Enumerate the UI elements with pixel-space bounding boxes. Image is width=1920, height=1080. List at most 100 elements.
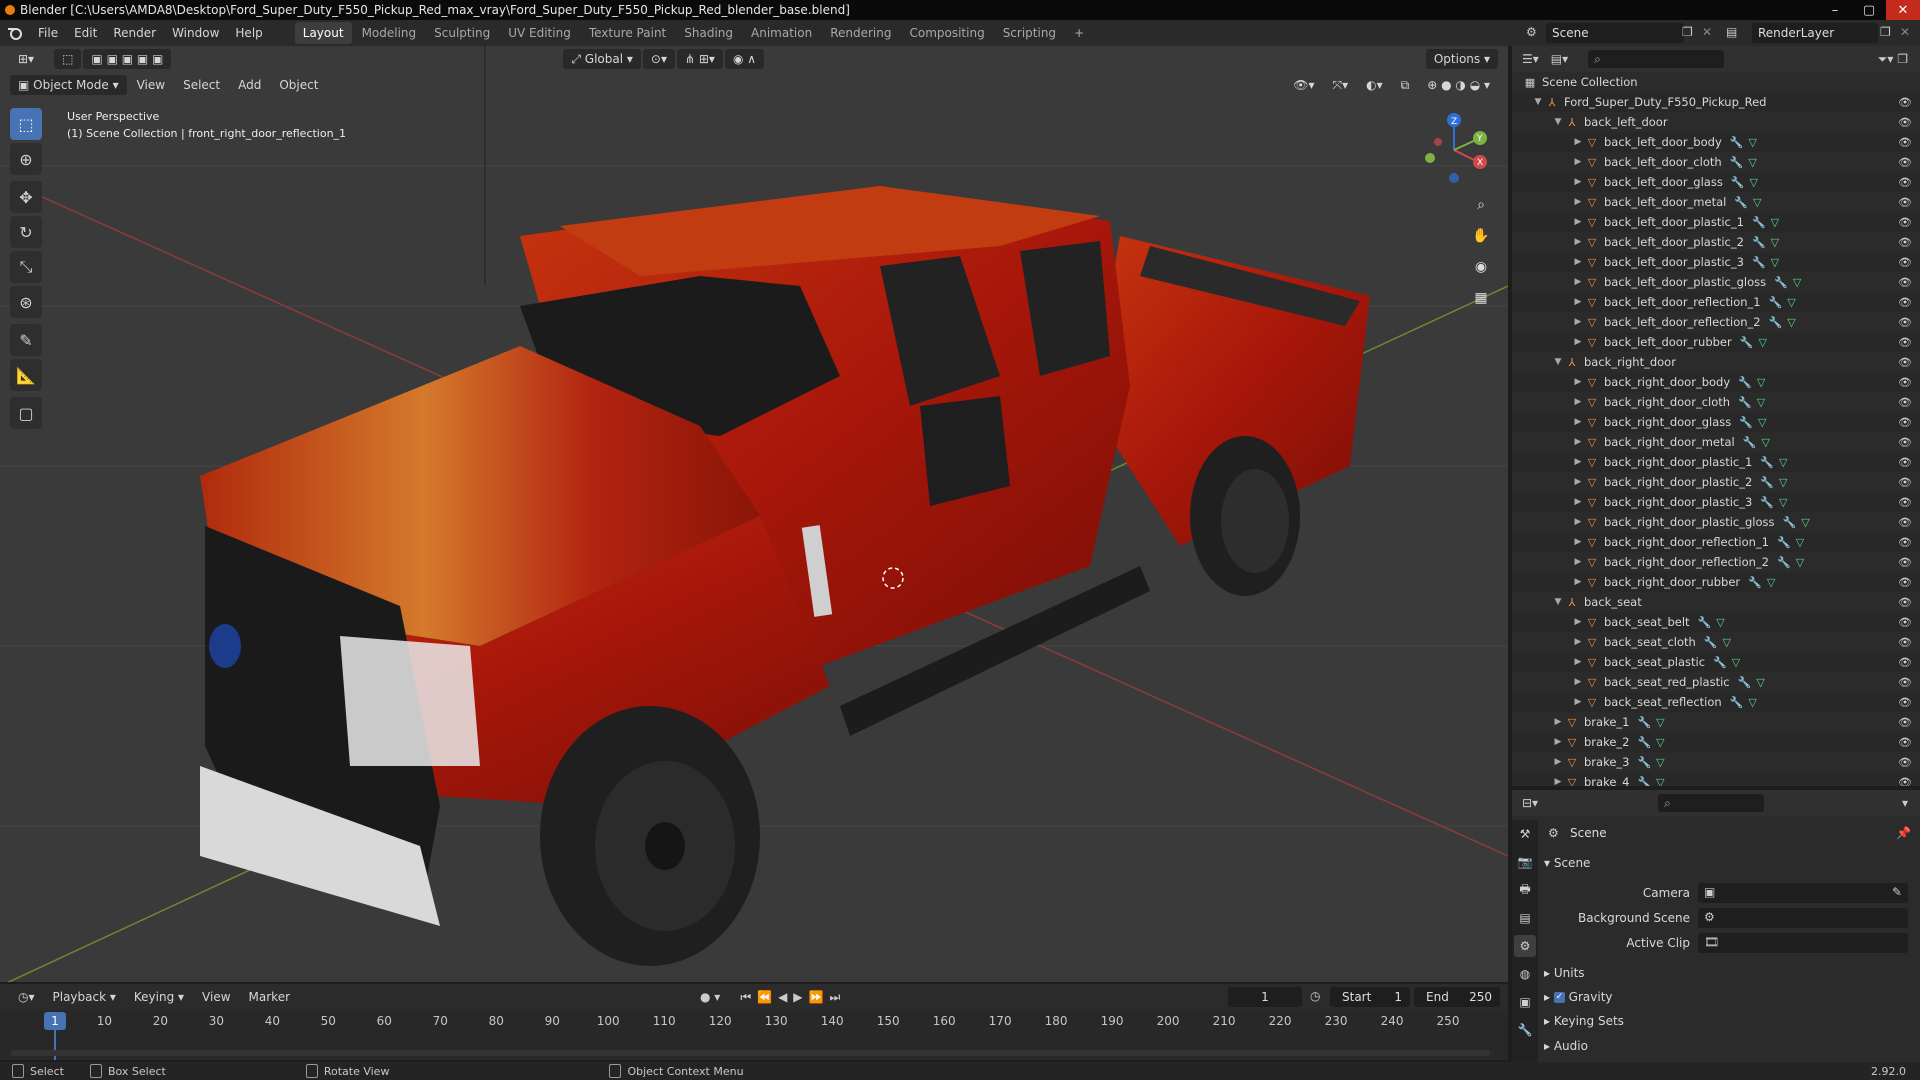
modifier-icon[interactable]: 🔧 (1760, 496, 1774, 509)
select-box-icon[interactable]: ⬚ (10, 108, 42, 140)
menu-marker[interactable]: Marker (241, 987, 298, 1007)
visibility-eye-icon[interactable]: 👁 (1898, 616, 1912, 629)
visibility-eye-icon[interactable]: 👁 (1898, 436, 1912, 449)
render-tab-icon[interactable]: 📷 (1514, 851, 1536, 873)
tab-scripting[interactable]: Scripting (995, 22, 1064, 44)
expand-right-icon[interactable]: ▶ (1572, 297, 1584, 307)
mesh-data-icon[interactable]: ▽ (1748, 156, 1756, 169)
tab-compositing[interactable]: Compositing (901, 22, 992, 44)
world-tab-icon[interactable]: ◍ (1514, 963, 1536, 985)
maximize-button[interactable]: ▢ (1852, 0, 1886, 20)
proportional-edit-icon[interactable]: ◉ ∧ (724, 49, 765, 69)
visibility-eye-icon[interactable]: 👁 (1898, 256, 1912, 269)
expand-right-icon[interactable]: ▶ (1572, 377, 1584, 387)
tool-tab-icon[interactable]: ⚒ (1514, 823, 1536, 845)
outliner-row[interactable]: ▶ ▽ back_left_door_metal 🔧 ▽ 👁 (1512, 192, 1920, 212)
mesh-data-icon[interactable]: ▽ (1793, 276, 1801, 289)
tab-animation[interactable]: Animation (743, 22, 820, 44)
expand-right-icon[interactable]: ▶ (1572, 637, 1584, 647)
outliner-row[interactable]: ▶ ▽ back_left_door_plastic_1 🔧 ▽ 👁 (1512, 212, 1920, 232)
visibility-eye-icon[interactable]: 👁 (1898, 636, 1912, 649)
mesh-data-icon[interactable]: ▽ (1750, 176, 1758, 189)
outliner-row[interactable]: ▶ ▽ back_right_door_cloth 🔧 ▽ 👁 (1512, 392, 1920, 412)
tab-sculpting[interactable]: Sculpting (426, 22, 498, 44)
outliner-row[interactable]: ▶ ▽ back_right_door_glass 🔧 ▽ 👁 (1512, 412, 1920, 432)
visibility-eye-icon[interactable]: 👁 (1898, 196, 1912, 209)
expand-right-icon[interactable]: ▶ (1572, 437, 1584, 447)
mesh-data-icon[interactable]: ▽ (1758, 336, 1766, 349)
visibility-eye-icon[interactable]: 👁 (1898, 356, 1912, 369)
outliner-row[interactable]: ▶ ▽ brake_4 🔧 ▽ 👁 (1512, 772, 1920, 786)
mesh-data-icon[interactable]: ▽ (1748, 136, 1756, 149)
modifier-icon[interactable]: 🔧 (1738, 376, 1752, 389)
transform-orientation-dropdown[interactable]: ⤢ Global ▾ (563, 49, 641, 69)
visibility-eye-icon[interactable]: 👁 (1898, 296, 1912, 309)
mesh-data-icon[interactable]: ▽ (1767, 576, 1775, 589)
mesh-data-icon[interactable]: ▽ (1771, 256, 1779, 269)
visibility-eye-icon[interactable]: 👁 (1898, 236, 1912, 249)
modifier-icon[interactable]: 🔧 (1783, 516, 1797, 529)
outliner-row[interactable]: ▶ ▽ back_left_door_reflection_1 🔧 ▽ 👁 (1512, 292, 1920, 312)
editor-type-icon[interactable]: ⊞▾ (10, 49, 42, 69)
gizmo-toggle-icon[interactable]: ⤧▾ (1325, 75, 1357, 95)
visibility-eye-icon[interactable]: 👁 (1898, 156, 1912, 169)
visibility-eye-icon[interactable]: 👁 (1898, 176, 1912, 189)
mesh-data-icon[interactable]: ▽ (1756, 676, 1764, 689)
expand-right-icon[interactable]: ▶ (1552, 757, 1564, 767)
scene-tab-icon[interactable]: ⚙ (1514, 935, 1536, 957)
mesh-data-icon[interactable]: ▽ (1656, 736, 1664, 749)
zoom-icon[interactable]: ⌕ (1468, 192, 1494, 218)
visibility-eye-icon[interactable]: 👁 (1898, 316, 1912, 329)
mesh-data-icon[interactable]: ▽ (1771, 216, 1779, 229)
mesh-data-icon[interactable]: ▽ (1801, 516, 1809, 529)
expand-right-icon[interactable]: ▶ (1572, 417, 1584, 427)
gravity-panel-header[interactable]: ▸ ✓ Gravity (1544, 990, 1613, 1004)
mesh-data-icon[interactable]: ▽ (1779, 476, 1787, 489)
modifier-icon[interactable]: 🔧 (1637, 756, 1651, 769)
menu-help[interactable]: Help (227, 20, 270, 46)
display-mode-icon[interactable]: ▤▾ (1551, 52, 1568, 66)
preview-range-icon[interactable]: ◷ (1310, 989, 1320, 1003)
expand-right-icon[interactable]: ▶ (1572, 337, 1584, 347)
expand-down-icon[interactable]: ▼ (1532, 97, 1544, 107)
menu-window[interactable]: Window (164, 20, 227, 46)
visibility-eye-icon[interactable]: 👁 (1898, 276, 1912, 289)
scene-selector[interactable]: Scene (1546, 23, 1684, 43)
transform-icon[interactable]: ⊛ (10, 286, 42, 318)
modifier-icon[interactable]: 🔧 (1769, 296, 1783, 309)
outliner-row[interactable]: ▶ ▽ back_right_door_reflection_2 🔧 ▽ 👁 (1512, 552, 1920, 572)
menu-select[interactable]: Select (175, 75, 228, 95)
outliner-row[interactable]: ▶ ▽ back_right_door_plastic_3 🔧 ▽ 👁 (1512, 492, 1920, 512)
menu-object[interactable]: Object (271, 75, 326, 95)
view-layer-tab-icon[interactable]: ▤ (1514, 907, 1536, 929)
scene-collection-row[interactable]: ▦ Scene Collection (1512, 72, 1920, 92)
visibility-eye-icon[interactable]: 👁 (1898, 516, 1912, 529)
mesh-data-icon[interactable]: ▽ (1723, 636, 1731, 649)
outliner-editor-icon[interactable]: ☰▾ (1522, 52, 1539, 66)
mesh-data-icon[interactable]: ▽ (1779, 456, 1787, 469)
playhead[interactable]: 1 (44, 1012, 66, 1030)
outliner-row[interactable]: ▶ ▽ back_right_door_body 🔧 ▽ 👁 (1512, 372, 1920, 392)
mesh-data-icon[interactable]: ▽ (1796, 556, 1804, 569)
outliner-row[interactable]: ▶ ▽ back_left_door_plastic_2 🔧 ▽ 👁 (1512, 232, 1920, 252)
expand-right-icon[interactable]: ▶ (1572, 257, 1584, 267)
modifier-icon[interactable]: 🔧 (1704, 636, 1718, 649)
new-scene-icon[interactable]: ❐ (1682, 25, 1693, 39)
visibility-icon[interactable]: 👁▾ (1285, 75, 1322, 95)
outliner-row[interactable]: ▶ ▽ back_left_door_rubber 🔧 ▽ 👁 (1512, 332, 1920, 352)
modifier-icon[interactable]: 🔧 (1730, 696, 1744, 709)
menu-edit[interactable]: Edit (66, 20, 105, 46)
pin-icon[interactable]: 📌 (1896, 826, 1911, 840)
visibility-eye-icon[interactable]: 👁 (1898, 136, 1912, 149)
move-icon[interactable]: ✥ (10, 181, 42, 213)
expand-right-icon[interactable]: ▶ (1572, 157, 1584, 167)
outliner-row[interactable]: ▶ ▽ back_right_door_plastic_2 🔧 ▽ 👁 (1512, 472, 1920, 492)
menu-timeline-view[interactable]: View (194, 987, 238, 1007)
properties-options-icon[interactable]: ▾ (1902, 796, 1908, 810)
modifier-icon[interactable]: 🔧 (1752, 256, 1766, 269)
modifier-icon[interactable]: 🔧 (1730, 156, 1744, 169)
menu-keying[interactable]: Keying ▾ (126, 987, 192, 1007)
visibility-eye-icon[interactable]: 👁 (1898, 536, 1912, 549)
expand-right-icon[interactable]: ▶ (1572, 677, 1584, 687)
mesh-data-icon[interactable]: ▽ (1732, 656, 1740, 669)
